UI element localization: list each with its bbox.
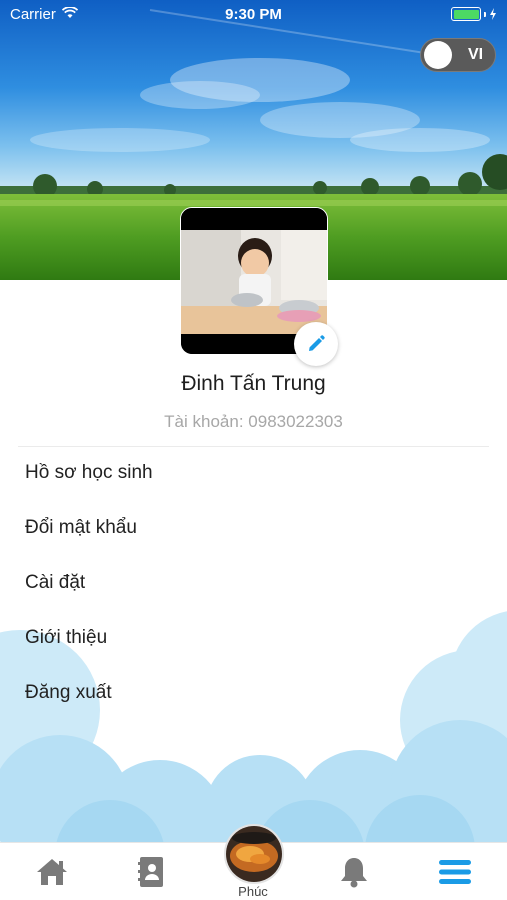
user-name: Đinh Tấn Trung [181, 372, 326, 395]
menu-item-settings[interactable]: Cài đặt [25, 563, 85, 603]
battery-icon [451, 7, 497, 21]
menu-icon [439, 860, 471, 884]
status-bar: Carrier 9:30 PM [0, 0, 507, 28]
tab-child-profile[interactable] [224, 824, 284, 884]
account-label: Tài khoản: [164, 412, 244, 431]
bell-icon [341, 858, 367, 888]
divider [18, 446, 489, 447]
language-label: VI [468, 46, 484, 63]
edit-avatar-button[interactable] [294, 322, 338, 366]
tab-menu[interactable] [425, 843, 485, 900]
menu-item-logout[interactable]: Đăng xuất [25, 673, 112, 713]
home-icon [37, 859, 67, 885]
account-number: 0983022303 [248, 412, 343, 431]
child-name-label: Phúc [238, 884, 268, 899]
tab-contact-book[interactable] [121, 843, 181, 900]
language-toggle[interactable]: VI [420, 38, 496, 72]
contact-book-icon [138, 857, 163, 887]
pencil-icon [309, 335, 325, 351]
menu-item-student-profile[interactable]: Hồ sơ học sinh [25, 453, 153, 493]
child-avatar [226, 826, 282, 882]
tab-notifications[interactable] [324, 843, 384, 900]
menu-item-change-password[interactable]: Đổi mật khẩu [25, 508, 137, 548]
menu-item-about[interactable]: Giới thiệu [25, 618, 107, 658]
tab-home[interactable] [22, 843, 82, 900]
account-info: Tài khoản: 0983022303 [0, 412, 507, 432]
status-time: 9:30 PM [225, 6, 282, 23]
charging-icon [490, 8, 496, 20]
toggle-knob [424, 41, 452, 69]
